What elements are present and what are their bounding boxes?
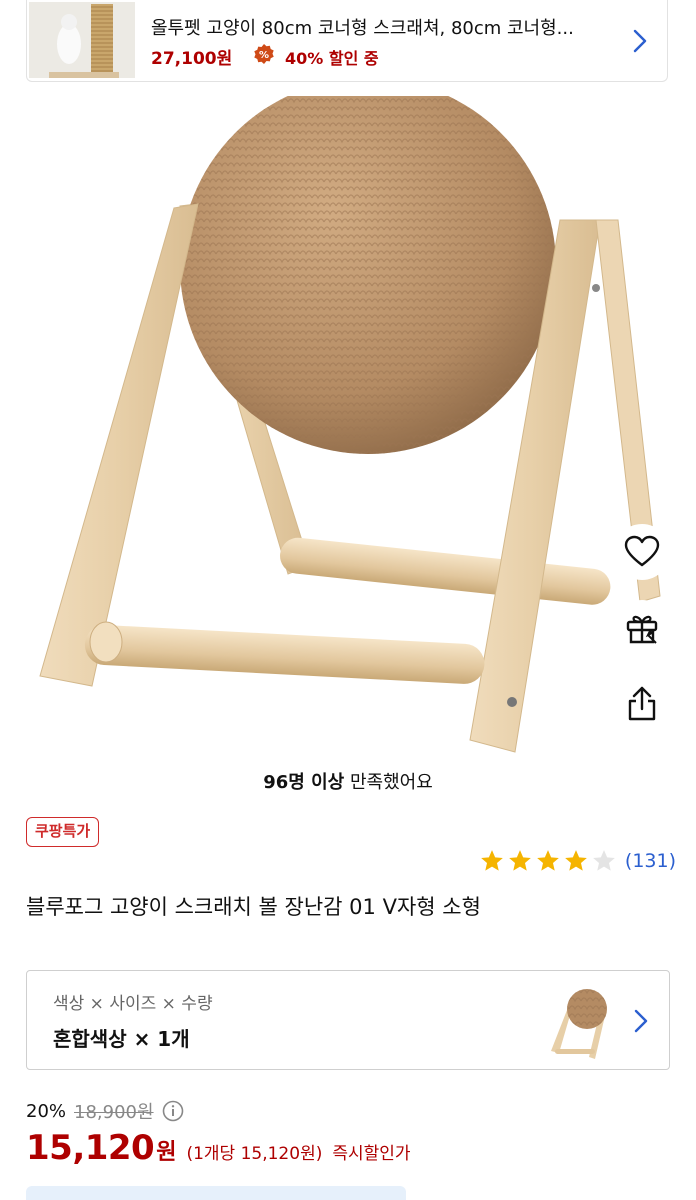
- heart-icon: [624, 535, 660, 567]
- star-empty-icon: [593, 850, 615, 871]
- satisfaction-summary: 96명 이상 만족했어요: [0, 768, 696, 794]
- option-thumbnail: [545, 979, 625, 1063]
- discount-row: 20% 18,900원: [26, 1098, 184, 1124]
- chevron-right-icon: [634, 1009, 648, 1033]
- gift-icon: [626, 615, 658, 644]
- star-filled-icon: [565, 850, 587, 871]
- discount-badge-icon: %: [254, 44, 274, 64]
- info-icon[interactable]: [162, 1100, 184, 1122]
- price-row: 15,120 원 (1개당 15,120원) 즉시할인가: [26, 1128, 411, 1168]
- satisfaction-count: 96명 이상: [263, 772, 345, 793]
- share-button[interactable]: [614, 676, 670, 732]
- rating-summary[interactable]: (131): [479, 848, 676, 874]
- review-count[interactable]: (131): [625, 850, 676, 872]
- promo-product-thumbnail: [29, 2, 135, 78]
- option-label: 색상 × 사이즈 × 수량: [53, 994, 213, 1014]
- deal-tag: 쿠팡특가: [26, 817, 100, 847]
- promo-price: 27,100원: [151, 49, 233, 69]
- option-value: 혼합색상 × 1개: [53, 1027, 190, 1051]
- chevron-right-icon[interactable]: [629, 28, 651, 54]
- discount-rate: 20%: [26, 1100, 67, 1122]
- instant-discount-label: 즉시할인가: [332, 1144, 411, 1164]
- star-filled-icon: [509, 850, 531, 871]
- star-filled-icon: [537, 850, 559, 871]
- scratch-ball-illustration: [39, 78, 661, 753]
- bottom-banner-edge: [26, 1186, 406, 1200]
- product-title: 블루포그 고양이 스크래치 볼 장난감 01 V자형 소형: [26, 895, 481, 919]
- svg-text:%: %: [259, 50, 269, 61]
- share-icon: [628, 686, 656, 721]
- recommended-product-banner[interactable]: 올투펫 고양이 80cm 코너형 스크래쳐, 80cm 코너형... 27,10…: [26, 0, 668, 82]
- currency-unit: 원: [156, 1140, 177, 1165]
- product-image[interactable]: [0, 78, 696, 760]
- gift-button[interactable]: [614, 600, 670, 656]
- promo-discount-label: 40% 할인 중: [285, 49, 379, 68]
- wishlist-button[interactable]: [614, 524, 670, 580]
- promo-product-title: 올투펫 고양이 80cm 코너형 스크래쳐, 80cm 코너형...: [151, 18, 574, 39]
- unit-price: (1개당 15,120원): [186, 1144, 323, 1164]
- star-filled-icon: [481, 850, 503, 871]
- final-price: 15,120: [26, 1128, 155, 1168]
- option-selector[interactable]: 색상 × 사이즈 × 수량 혼합색상 × 1개: [26, 970, 670, 1070]
- satisfaction-text: 만족했어요: [344, 772, 433, 793]
- original-price: 18,900원: [74, 1102, 154, 1123]
